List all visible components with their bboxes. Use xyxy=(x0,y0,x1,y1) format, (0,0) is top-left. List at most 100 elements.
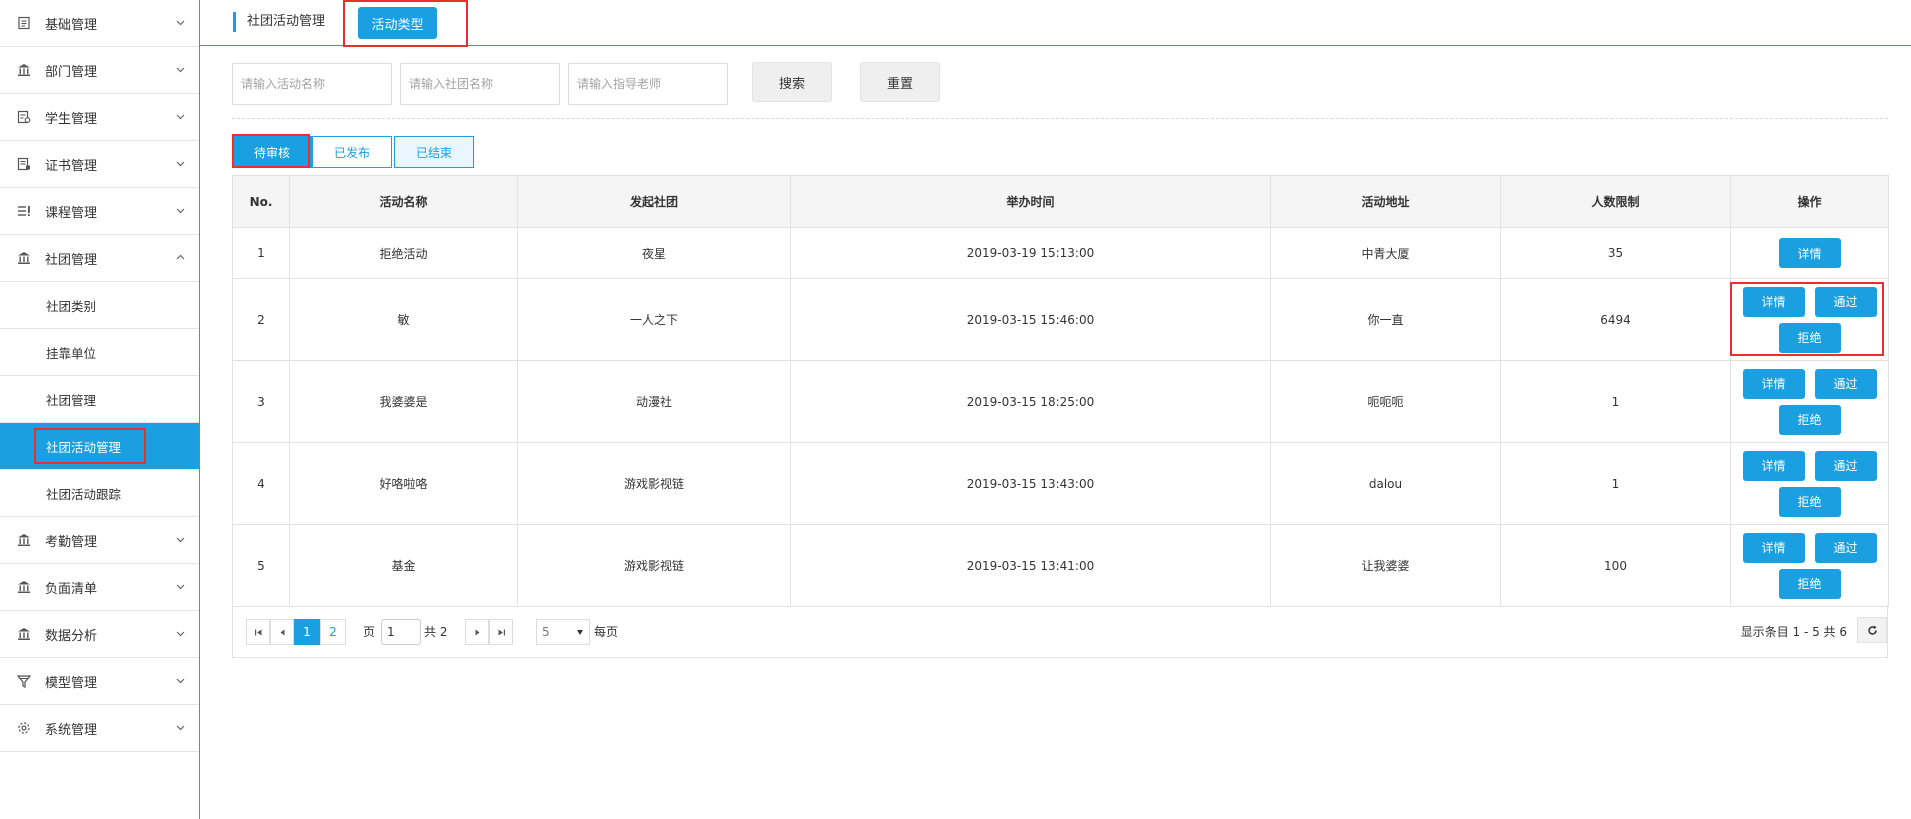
breadcrumb[interactable]: 社团活动管理 xyxy=(233,12,325,32)
cell-no: 1 xyxy=(232,227,290,279)
chevron-down-icon xyxy=(175,205,186,216)
approve-button[interactable]: 通过 xyxy=(1814,532,1877,563)
table-row: 2 敏 一人之下 2019-03-15 15:46:00 你一直 6494 详情… xyxy=(232,278,1889,361)
sidebar-item-certificate[interactable]: 证书管理 xyxy=(0,141,199,188)
column-header: 活动地址 xyxy=(1270,175,1501,228)
sidebar-item-attendance[interactable]: 考勤管理 xyxy=(0,517,199,564)
sidebar-item-student[interactable]: 学生管理 xyxy=(0,94,199,141)
sidebar-item-label: 证书管理 xyxy=(45,158,98,174)
sidebar-item-label: 模型管理 xyxy=(45,675,98,691)
chevron-down-icon xyxy=(175,675,186,686)
first-page-icon[interactable] xyxy=(246,619,270,645)
detail-button[interactable]: 详情 xyxy=(1742,286,1805,317)
divider xyxy=(232,118,1888,119)
cell-ops: 详情 通过 拒绝 xyxy=(1730,360,1889,443)
approve-button[interactable]: 通过 xyxy=(1814,450,1877,481)
sidebar-item-label: 数据分析 xyxy=(45,628,98,644)
reject-button[interactable]: 拒绝 xyxy=(1778,486,1841,517)
sidebar-item-system[interactable]: 系统管理 xyxy=(0,705,199,752)
reject-button[interactable]: 拒绝 xyxy=(1778,322,1841,353)
cell-club: 夜星 xyxy=(517,227,791,279)
funnel-icon xyxy=(17,674,31,688)
cell-no: 4 xyxy=(232,442,290,525)
cell-ops: 详情 通过 拒绝 xyxy=(1730,278,1889,361)
approve-button[interactable]: 通过 xyxy=(1814,368,1877,399)
cell-ops: 详情 通过 拒绝 xyxy=(1730,442,1889,525)
column-header: 发起社团 xyxy=(517,175,791,228)
page-1-button[interactable]: 1 xyxy=(294,619,320,645)
status-tab-pending[interactable]: 待审核 xyxy=(232,136,312,168)
page-number-input[interactable] xyxy=(381,619,421,645)
cell-time: 2019-03-15 13:41:00 xyxy=(790,524,1271,607)
sidebar-subitem-club-management[interactable]: 社团管理 xyxy=(0,376,199,423)
refresh-icon[interactable] xyxy=(1857,617,1887,643)
detail-button[interactable]: 详情 xyxy=(1742,450,1805,481)
activity-table: No. 活动名称 发起社团 举办时间 活动地址 人数限制 操作 1 拒绝活动 夜… xyxy=(232,175,1889,607)
last-page-icon[interactable] xyxy=(489,619,513,645)
sidebar-item-model[interactable]: 模型管理 xyxy=(0,658,199,705)
sidebar-item-course[interactable]: 课程管理 xyxy=(0,188,199,235)
page-2-button[interactable]: 2 xyxy=(320,619,346,645)
column-header: 人数限制 xyxy=(1500,175,1731,228)
status-tab-ended[interactable]: 已结束 xyxy=(394,136,474,168)
cell-time: 2019-03-15 15:46:00 xyxy=(790,278,1271,361)
prev-page-icon[interactable] xyxy=(270,619,294,645)
sidebar-subitem-club-category[interactable]: 社团类别 xyxy=(0,282,199,329)
chevron-down-icon xyxy=(175,628,186,639)
table-row: 3 我婆婆是 动漫社 2019-03-15 18:25:00 呃呃呃 1 详情 … xyxy=(232,360,1889,443)
sidebar-item-label: 系统管理 xyxy=(45,722,98,738)
cell-limit: 1 xyxy=(1500,360,1731,443)
chevron-down-icon xyxy=(175,722,186,733)
sidebar-item-negative-list[interactable]: 负面清单 xyxy=(0,564,199,611)
chevron-down-icon xyxy=(175,111,186,122)
club-name-input[interactable] xyxy=(400,63,560,105)
cell-name: 敏 xyxy=(289,278,518,361)
cell-club: 动漫社 xyxy=(517,360,791,443)
chevron-down-icon xyxy=(175,581,186,592)
detail-button[interactable]: 详情 xyxy=(1742,368,1805,399)
sidebar-subitem-affiliate-unit[interactable]: 挂靠单位 xyxy=(0,329,199,376)
cell-address: dalou xyxy=(1270,442,1501,525)
search-button[interactable]: 搜索 xyxy=(752,62,832,102)
cell-club: 游戏影视链 xyxy=(517,524,791,607)
sidebar-item-club[interactable]: 社团管理 xyxy=(0,235,199,282)
reject-button[interactable]: 拒绝 xyxy=(1778,404,1841,435)
sidebar-item-label: 社团管理 xyxy=(45,252,98,268)
sidebar-item-data-analysis[interactable]: 数据分析 xyxy=(0,611,199,658)
sidebar-item-label: 学生管理 xyxy=(45,111,98,127)
sidebar-subitem-club-activity-management[interactable]: 社团活动管理 xyxy=(0,423,199,470)
status-tab-published[interactable]: 已发布 xyxy=(312,136,392,168)
reject-button[interactable]: 拒绝 xyxy=(1778,568,1841,599)
bank-icon xyxy=(17,627,31,641)
detail-button[interactable]: 详情 xyxy=(1778,238,1841,268)
bank-icon xyxy=(17,580,31,594)
table-row: 5 基金 游戏影视链 2019-03-15 13:41:00 让我婆婆 100 … xyxy=(232,524,1889,607)
pagination-bar: 1 2 页 共 2 5 每页 显示条目 1 - 5 共 6 xyxy=(232,605,1888,658)
tab-activity-type[interactable]: 活动类型 xyxy=(358,7,437,39)
table-header-row: No. 活动名称 发起社团 举办时间 活动地址 人数限制 操作 xyxy=(232,175,1889,228)
next-page-icon[interactable] xyxy=(465,619,489,645)
cell-no: 3 xyxy=(232,360,290,443)
cell-time: 2019-03-15 13:43:00 xyxy=(790,442,1271,525)
column-header: 举办时间 xyxy=(790,175,1271,228)
activity-name-input[interactable] xyxy=(232,63,392,105)
cell-name: 我婆婆是 xyxy=(289,360,518,443)
sidebar-item-label: 考勤管理 xyxy=(45,534,98,550)
teacher-input[interactable] xyxy=(568,63,728,105)
sidebar-subitem-club-activity-tracking[interactable]: 社团活动跟踪 xyxy=(0,470,199,517)
reset-button[interactable]: 重置 xyxy=(860,62,940,102)
total-pages-label: 共 2 xyxy=(424,625,448,639)
cell-name: 拒绝活动 xyxy=(289,227,518,279)
top-tab-bar: 社团活动管理 活动类型 xyxy=(200,0,1911,46)
sidebar-item-basic[interactable]: 基础管理 xyxy=(0,0,199,47)
bank-icon xyxy=(17,251,31,265)
sidebar-item-department[interactable]: 部门管理 xyxy=(0,47,199,94)
student-icon xyxy=(17,110,31,124)
list-icon xyxy=(17,204,31,218)
cell-time: 2019-03-15 18:25:00 xyxy=(790,360,1271,443)
page-size-select[interactable]: 5 xyxy=(536,619,590,645)
detail-button[interactable]: 详情 xyxy=(1742,532,1805,563)
page-label: 页 xyxy=(363,625,376,639)
approve-button[interactable]: 通过 xyxy=(1814,286,1877,317)
sidebar-item-label: 部门管理 xyxy=(45,64,98,80)
